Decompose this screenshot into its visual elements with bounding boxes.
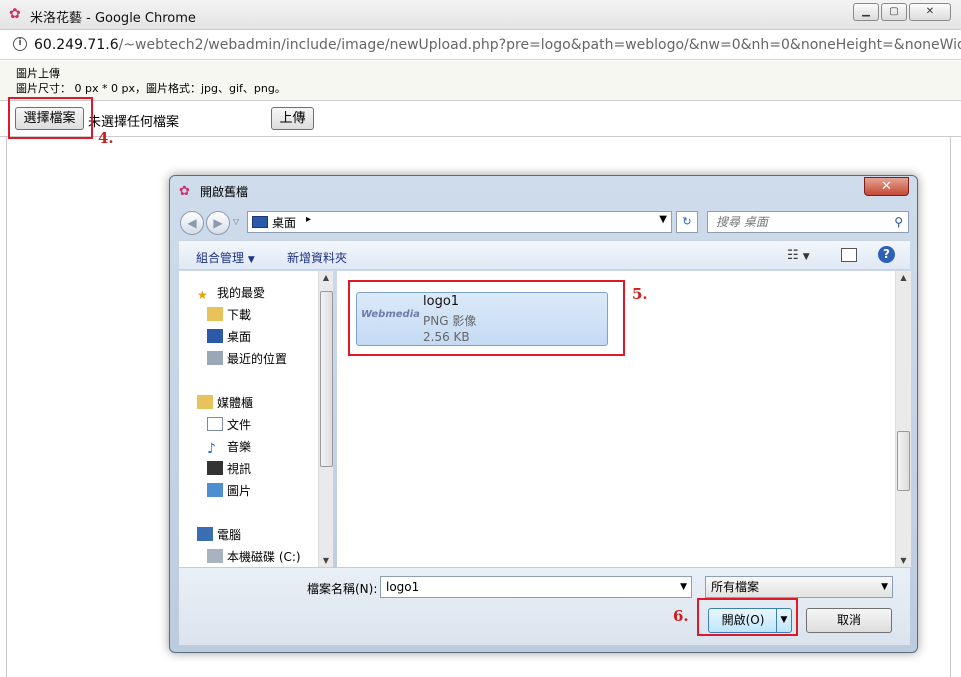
page-border-left — [6, 137, 7, 677]
content-scroll-thumb[interactable] — [897, 431, 910, 491]
step-6-label: 6. — [673, 607, 689, 625]
desktop-icon — [252, 216, 268, 228]
disk-icon — [207, 549, 223, 563]
picture-icon — [207, 483, 223, 497]
step-4-label: 4. — [98, 129, 114, 147]
organize-button[interactable]: 組合管理 ▼ — [196, 249, 255, 266]
forward-icon[interactable]: ▶ — [206, 211, 230, 235]
filename-label: 檔案名稱(N): — [307, 582, 378, 596]
highlight-box-step5 — [348, 280, 625, 356]
nav-libraries[interactable]: 媒體櫃 — [197, 394, 253, 411]
music-icon: ♪ — [207, 441, 216, 457]
file-type-dropdown-icon[interactable]: ▼ — [881, 577, 888, 597]
upload-button[interactable]: 上傳 — [271, 107, 314, 130]
flower-icon: ✿ — [179, 184, 190, 199]
navigation-pane: ★ 我的最愛 下載 桌面 最近的位置 媒體櫃 文件 ♪ 音樂 視訊 圖片 電腦 本機… — [179, 271, 333, 567]
new-folder-button[interactable]: 新增資料夾 — [287, 249, 347, 266]
nav-computer[interactable]: 電腦 — [197, 526, 241, 543]
nav-recent[interactable]: 最近的位置 — [207, 350, 287, 367]
filename-dropdown-icon[interactable]: ▼ — [680, 577, 687, 597]
upload-heading: 圖片上傳 — [16, 67, 60, 80]
content-scrollbar[interactable]: ▲ ▼ — [895, 271, 911, 567]
url-text[interactable]: 60.249.71.6/~webtech2/webadmin/include/i… — [34, 37, 961, 53]
desktop-icon — [207, 329, 223, 343]
document-icon — [207, 417, 223, 431]
maximize-button[interactable]: ▢ — [881, 3, 907, 21]
no-file-text: 未選擇任何檔案 — [88, 115, 180, 130]
dialog-close-button[interactable]: ✕ — [864, 177, 909, 196]
upload-row: 選擇檔案 未選擇任何檔案 上傳 — [0, 101, 961, 137]
browser-title-bar: ✿ 米洛花藝 - Google Chrome ▁ ▢ ✕ — [0, 0, 961, 30]
dialog-bottom: 檔案名稱(N): logo1 ▼ 所有檔案 ▼ 開啟(O) ▼ 取消 — [179, 568, 910, 645]
path-dropdown-icon[interactable]: ▼ — [659, 214, 667, 225]
video-icon — [207, 461, 223, 475]
page-border-right — [950, 137, 951, 677]
info-icon[interactable]: i — [13, 37, 27, 51]
minimize-button[interactable]: ▁ — [853, 3, 879, 21]
nav-favorites[interactable]: ★ 我的最愛 — [197, 284, 265, 302]
step-5-label: 5. — [632, 285, 648, 303]
search-placeholder: 搜尋 桌面 — [716, 215, 768, 229]
library-icon — [197, 395, 213, 409]
open-file-dialog: ✿ 開啟舊檔 ✕ ◀ ▶ ▽ 桌面 ▸ ▼ ↻ 搜尋 桌面 ⚲ 組合管理 ▼ 新… — [169, 175, 918, 653]
highlight-box-step6 — [697, 598, 798, 636]
view-icon[interactable]: ☷ ▼ — [787, 248, 810, 263]
nav-local-disk[interactable]: 本機磁碟 (C:) — [207, 548, 301, 565]
filename-input[interactable]: logo1 ▼ — [380, 576, 692, 598]
nav-downloads[interactable]: 下載 — [207, 306, 251, 323]
download-folder-icon — [207, 307, 223, 321]
scroll-down-icon[interactable]: ▼ — [319, 556, 333, 565]
back-icon[interactable]: ◀ — [180, 211, 204, 235]
upload-info: 圖片上傳 圖片尺寸： 0 px * 0 px，圖片格式：jpg、gif、png。 — [0, 61, 961, 101]
path-chevron-icon[interactable]: ▸ — [306, 214, 311, 225]
nav-music[interactable]: ♪ 音樂 — [207, 438, 251, 457]
recent-places-icon — [207, 351, 223, 365]
cancel-button[interactable]: 取消 — [806, 608, 892, 633]
nav-videos[interactable]: 視訊 — [207, 460, 251, 477]
flower-icon: ✿ — [9, 6, 21, 22]
history-dropdown-icon[interactable]: ▽ — [233, 217, 239, 226]
path-segment-desktop[interactable]: 桌面 — [272, 214, 296, 231]
computer-icon — [197, 527, 213, 541]
upload-spec: 圖片尺寸： 0 px * 0 px，圖片格式：jpg、gif、png。 — [16, 82, 286, 95]
star-icon: ★ — [197, 288, 208, 302]
dialog-toolbar: 組合管理 ▼ 新增資料夾 ☷ ▼ ? — [179, 240, 910, 270]
nav-scrollbar[interactable]: ▲ ▼ — [318, 271, 333, 567]
scroll-up-icon[interactable]: ▲ — [896, 273, 911, 282]
address-bar[interactable]: i 60.249.71.6/~webtech2/webadmin/include… — [0, 30, 961, 60]
scroll-up-icon[interactable]: ▲ — [319, 273, 333, 282]
dialog-title: 開啟舊檔 — [200, 185, 249, 199]
nav-scroll-thumb[interactable] — [320, 291, 333, 467]
refresh-icon[interactable]: ↻ — [676, 211, 698, 233]
file-type-select[interactable]: 所有檔案 ▼ — [705, 576, 893, 598]
help-icon[interactable]: ? — [878, 246, 895, 263]
nav-desktop[interactable]: 桌面 — [207, 328, 251, 345]
preview-pane-icon[interactable] — [841, 248, 857, 262]
search-icon[interactable]: ⚲ — [894, 212, 903, 232]
search-input[interactable]: 搜尋 桌面 ⚲ — [707, 211, 909, 233]
window-title: 米洛花藝 - Google Chrome — [30, 11, 196, 26]
scroll-down-icon[interactable]: ▼ — [896, 556, 911, 565]
close-button[interactable]: ✕ — [909, 3, 951, 21]
nav-pictures[interactable]: 圖片 — [207, 482, 251, 499]
highlight-box-step4 — [8, 97, 93, 139]
nav-documents[interactable]: 文件 — [207, 416, 251, 433]
path-bar[interactable]: 桌面 ▸ ▼ — [247, 211, 672, 233]
